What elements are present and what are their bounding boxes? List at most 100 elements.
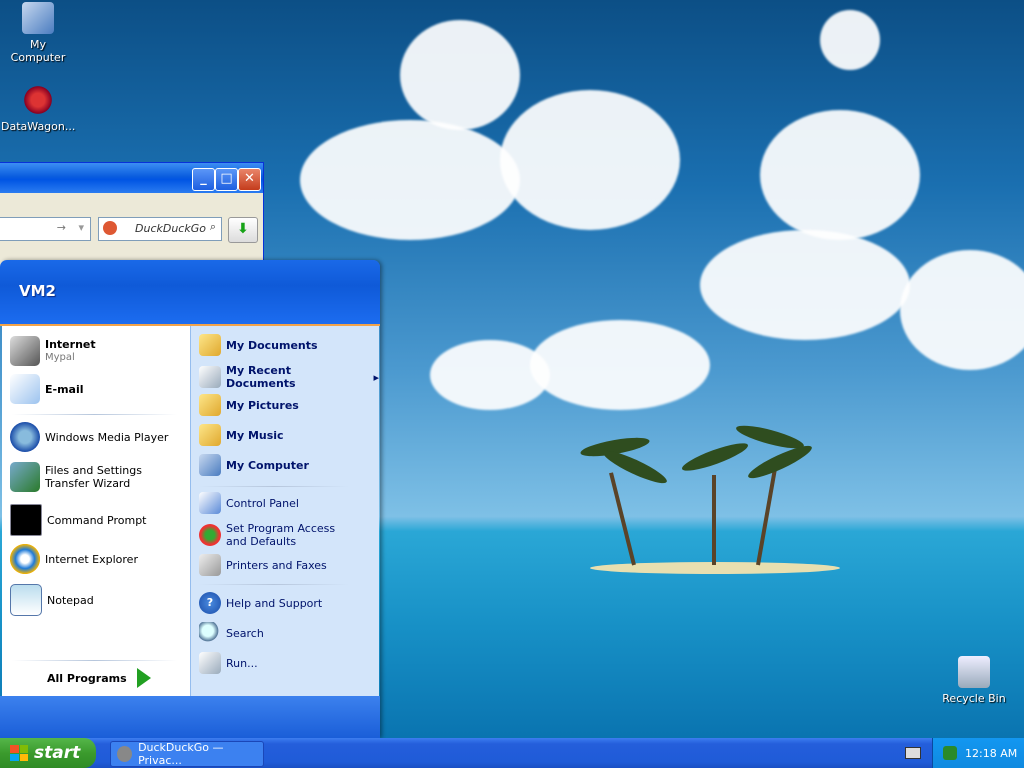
search-icon[interactable]: ⌕: [210, 220, 216, 234]
start-label: start: [34, 743, 81, 763]
tool-help-support[interactable]: ? Help and Support: [199, 592, 322, 614]
desktop-icon-recycle-bin[interactable]: Recycle Bin: [937, 656, 1011, 705]
item-label: My Pictures: [226, 398, 299, 412]
browser-window: _ □ ✕ → ▾ DuckDuckGo ⌕ ⬇: [0, 162, 264, 274]
taskbar-item-browser[interactable]: DuckDuckGo — Privac...: [110, 741, 264, 767]
palm-tree: [712, 475, 716, 565]
tool-search[interactable]: Search: [199, 622, 264, 644]
separator: [12, 660, 177, 661]
download-button[interactable]: ⬇: [228, 217, 258, 243]
item-label: Internet Explorer: [45, 552, 138, 566]
start-menu-places: My Documents My Recent Documents ▸ My Pi…: [190, 326, 379, 696]
program-access-icon: [199, 524, 221, 546]
run-icon: [199, 652, 221, 674]
taskbar: start DuckDuckGo — Privac... 12:18 AM: [0, 738, 1024, 768]
place-my-documents[interactable]: My Documents: [199, 334, 318, 356]
control-panel-icon: [199, 492, 221, 514]
raccoon-browser-icon: [117, 746, 133, 762]
search-icon: [199, 622, 221, 644]
place-my-pictures[interactable]: My Pictures: [199, 394, 299, 416]
folder-documents-icon: [199, 334, 221, 356]
tool-run[interactable]: Run...: [199, 652, 258, 674]
recent-item-notepad[interactable]: Notepad: [10, 584, 94, 616]
network-icon[interactable]: [943, 746, 957, 760]
item-label: My Recent Documents: [226, 364, 296, 390]
folder-pictures-icon: [199, 394, 221, 416]
close-button[interactable]: ✕: [238, 168, 261, 191]
separator: [12, 414, 177, 415]
all-programs-label: All Programs: [47, 671, 127, 685]
desktop-icon-label: DataWagon...: [1, 120, 76, 133]
recent-item-transfer-wizard[interactable]: Files and Settings Transfer Wizard: [10, 462, 185, 492]
setting-printers-faxes[interactable]: Printers and Faxes: [199, 554, 327, 576]
item-label: Set Program Access and Defaults: [226, 522, 336, 548]
setting-control-panel[interactable]: Control Panel: [199, 492, 299, 514]
all-programs-button[interactable]: All Programs: [47, 668, 151, 688]
item-label: My Computer: [226, 458, 309, 472]
window-titlebar[interactable]: _ □ ✕: [0, 163, 263, 193]
keyboard-icon[interactable]: [905, 747, 921, 759]
taskbar-item-label: DuckDuckGo — Privac...: [138, 741, 224, 767]
recent-item-internet-explorer[interactable]: Internet Explorer: [10, 544, 138, 574]
start-menu: VM2 Internet Mypal E-mail Windows Media P…: [0, 260, 380, 738]
item-label: Files and Settings Transfer Wizard: [45, 464, 142, 490]
item-label: Run...: [226, 656, 258, 670]
url-input[interactable]: → ▾: [0, 217, 91, 241]
duckduckgo-icon: [103, 221, 117, 235]
pinned-item-internet[interactable]: Internet Mypal: [10, 336, 96, 366]
cloud: [760, 110, 920, 240]
folder-music-icon: [199, 424, 221, 446]
palm-leaf: [679, 438, 751, 476]
desktop-icon-my-computer[interactable]: My Computer: [1, 2, 75, 64]
item-label: Control Panel: [226, 496, 299, 510]
pinned-item-email[interactable]: E-mail: [10, 374, 84, 404]
printer-icon: [199, 554, 221, 576]
item-sublabel: Mypal: [45, 352, 75, 363]
separator: [199, 584, 349, 585]
item-label: Windows Media Player: [45, 430, 169, 444]
item-label: Search: [226, 626, 264, 640]
media-player-icon: [10, 422, 40, 452]
cloud: [900, 250, 1024, 370]
help-icon: ?: [199, 592, 221, 614]
clock[interactable]: 12:18 AM: [965, 747, 1017, 760]
cloud: [300, 120, 520, 240]
search-input[interactable]: DuckDuckGo ⌕: [98, 217, 222, 241]
place-my-computer[interactable]: My Computer: [199, 454, 309, 476]
maximize-button[interactable]: □: [215, 168, 238, 191]
start-menu-footer: [0, 696, 380, 738]
item-label: Printers and Faxes: [226, 558, 327, 572]
chevron-right-icon: ▸: [373, 370, 379, 384]
arrow-right-icon: [136, 668, 151, 688]
place-my-recent-documents[interactable]: My Recent Documents ▸: [199, 364, 379, 390]
cloud: [700, 230, 910, 340]
transfer-wizard-icon: [10, 462, 40, 492]
cloud: [500, 90, 680, 230]
windows-logo-icon: [10, 745, 28, 761]
start-button[interactable]: start: [0, 738, 96, 768]
chevron-down-icon[interactable]: ▾: [78, 221, 84, 234]
internet-explorer-icon: [10, 544, 40, 574]
setting-program-access[interactable]: Set Program Access and Defaults: [199, 522, 356, 548]
recent-item-media-player[interactable]: Windows Media Player: [10, 422, 168, 452]
item-label: Command Prompt: [47, 513, 147, 527]
place-my-music[interactable]: My Music: [199, 424, 284, 446]
cloud: [400, 20, 520, 130]
start-menu-header: VM2: [0, 260, 380, 326]
desktop-icon-label: Recycle Bin: [942, 692, 1006, 705]
palm-leaf: [745, 440, 815, 484]
my-computer-icon: [199, 454, 221, 476]
start-menu-programs: Internet Mypal E-mail Windows Media Playe…: [2, 326, 190, 696]
item-label: Notepad: [47, 593, 94, 607]
notepad-icon: [10, 584, 42, 616]
user-name: VM2: [19, 282, 56, 300]
desktop-icon-datawagon[interactable]: DataWagon...: [1, 84, 75, 133]
search-placeholder: DuckDuckGo: [135, 222, 206, 235]
item-label: My Documents: [226, 338, 318, 352]
separator: [199, 486, 349, 487]
cloud: [530, 320, 710, 410]
palm-tree: [609, 472, 636, 566]
recent-item-command-prompt[interactable]: Command Prompt: [10, 504, 147, 536]
cloud: [820, 10, 880, 70]
minimize-button[interactable]: _: [192, 168, 215, 191]
